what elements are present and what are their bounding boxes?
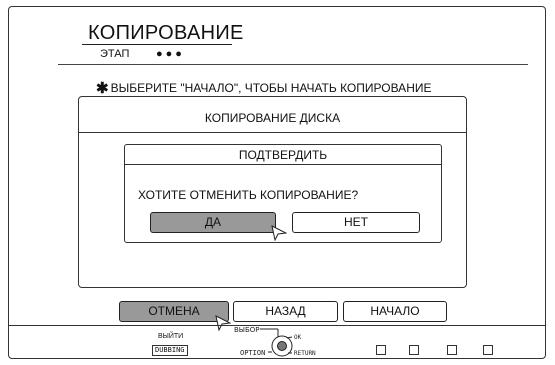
disc-copy-dialog: КОПИРОВАНИЕ ДИСКА ПОДТВЕРДИТЬ ХОТИТЕ ОТМ… — [78, 96, 467, 288]
return-label: RETURN — [294, 350, 316, 357]
cancel-button[interactable]: ОТМЕНА — [119, 301, 229, 322]
square-icon — [376, 345, 386, 355]
remote-control-guide: ВЫБОР OPTION OK RETURN — [234, 326, 316, 357]
exit-label: ВЫЙТИ — [158, 333, 184, 340]
confirm-dialog: ПОДТВЕРДИТЬ ХОТИТЕ ОТМЕНИТЬ КОПИРОВАНИЕ?… — [124, 144, 442, 243]
dubbing-key-icon: DUBBING — [152, 345, 188, 356]
ok-label: OK — [294, 334, 302, 341]
square-icon — [483, 345, 493, 355]
asterisk-icon: ✱ — [96, 80, 109, 97]
header-divider — [58, 64, 528, 65]
square-icon — [447, 345, 457, 355]
instruction-text: ✱ ВЫБЕРИТЕ "НАЧАЛО", ЧТОБЫ НАЧАТЬ КОПИРОВ… — [96, 78, 432, 97]
back-button[interactable]: НАЗАД — [233, 301, 338, 322]
confirm-dialog-divider — [125, 164, 441, 165]
disc-copy-dialog-title: КОПИРОВАНИЕ ДИСКА — [204, 111, 341, 125]
pointer-cursor-icon — [271, 225, 287, 241]
yes-button[interactable]: ДА — [150, 212, 276, 233]
square-icon — [409, 345, 419, 355]
step-label: ЭТАП — [100, 48, 130, 60]
disc-copy-dialog-divider — [79, 132, 466, 133]
page-title: КОПИРОВАНИЕ — [88, 22, 244, 44]
title-underline — [82, 44, 232, 45]
select-label: ВЫБОР — [234, 326, 260, 334]
pointer-cursor-icon — [215, 315, 231, 331]
step-indicator: ●●● — [156, 48, 185, 60]
no-button[interactable]: НЕТ — [292, 212, 420, 233]
instruction-label: ВЫБЕРИТЕ "НАЧАЛО", ЧТОБЫ НАЧАТЬ КОПИРОВА… — [110, 81, 432, 95]
start-button[interactable]: НАЧАЛО — [343, 301, 447, 322]
confirm-question: ХОТИТЕ ОТМЕНИТЬ КОПИРОВАНИЕ? — [138, 188, 359, 202]
confirm-dialog-title: ПОДТВЕРДИТЬ — [238, 148, 328, 162]
option-label: OPTION — [240, 349, 265, 357]
